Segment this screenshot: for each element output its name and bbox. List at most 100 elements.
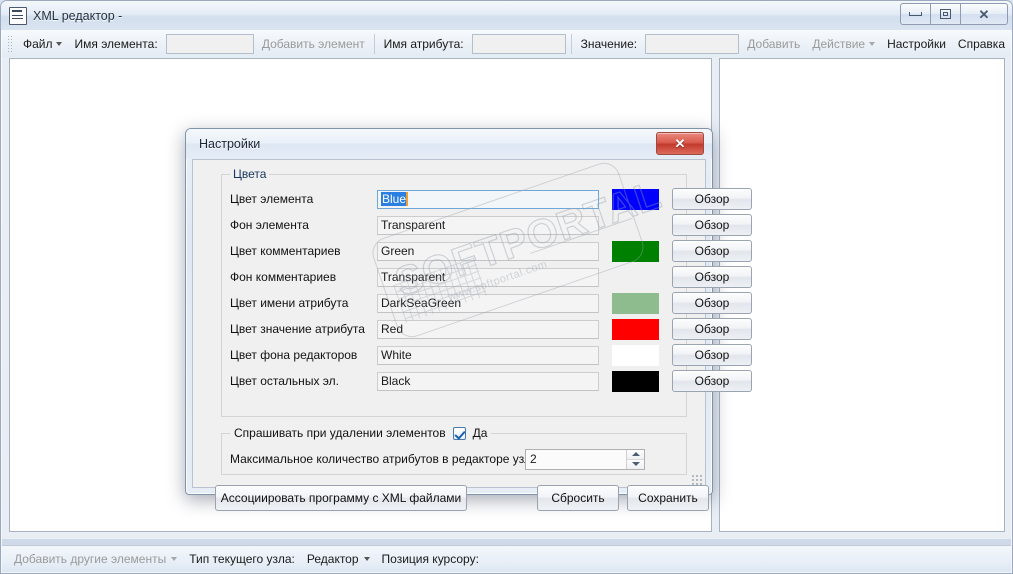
help-menu[interactable]: Справка — [952, 33, 1011, 55]
minimize-button[interactable] — [900, 3, 931, 25]
browse-color-button[interactable]: Обзор — [672, 266, 752, 288]
editor-menu[interactable]: Редактор — [301, 552, 376, 566]
menu-file-label: Файл — [22, 36, 53, 51]
color-value-input[interactable]: Black — [377, 371, 599, 391]
attribute-name-input[interactable] — [471, 33, 566, 54]
maximize-icon — [940, 9, 951, 19]
add-label: Добавить — [747, 36, 801, 51]
add-other-elements-menu[interactable]: Добавить другие элементы — [8, 552, 183, 566]
dialog-resize-grip[interactable] — [691, 474, 702, 485]
color-value-input[interactable]: White — [377, 345, 599, 365]
action-label: Действие — [812, 36, 866, 51]
associate-xml-button[interactable]: Ассоциировать программу с XML файлами — [215, 485, 467, 511]
editor-panel[interactable] — [719, 58, 1005, 532]
cursor-position-label: Позиция курсору: — [376, 552, 485, 566]
value-input[interactable] — [645, 33, 740, 54]
browse-color-button[interactable]: Обзор — [672, 214, 752, 236]
value-label: Значение: — [575, 33, 644, 55]
dialog-title: Настройки — [199, 137, 261, 151]
stepper-up-button[interactable] — [627, 449, 644, 460]
colors-groupbox: Цвета Цвет элемента Blue Обзор Фон элемента… — [221, 167, 752, 417]
max-attributes-stepper[interactable]: 2 — [525, 448, 645, 470]
close-icon: ✕ — [674, 135, 686, 151]
color-value-text: Blue — [381, 191, 407, 206]
color-swatch — [612, 292, 659, 314]
color-row-label: Цвет значение атрибута — [230, 322, 365, 336]
color-row-label: Цвет имени атрибута — [230, 296, 349, 310]
action-menu[interactable]: Действие — [806, 33, 881, 55]
color-row: Цвет имени атрибута DarkSeaGreen Обзор — [222, 291, 752, 315]
maximize-button[interactable] — [930, 3, 961, 25]
color-row-label: Фон элемента — [230, 218, 309, 232]
element-name-input[interactable] — [165, 33, 254, 54]
minimize-icon — [909, 12, 922, 16]
browse-color-button[interactable]: Обзор — [672, 292, 752, 314]
chevron-down-icon — [171, 557, 178, 561]
color-value-input[interactable]: DarkSeaGreen — [377, 293, 599, 313]
screen-root: XML редактор - ✕ Файл Имя элемента: Доба… — [0, 0, 1013, 574]
stepper-arrows — [626, 449, 644, 469]
element-name-label: Имя элемента: — [68, 33, 163, 55]
stepper-down-button[interactable] — [627, 459, 644, 469]
color-row: Цвет комментариев Green Обзор — [222, 239, 752, 263]
settings-menu[interactable]: Настройки — [881, 33, 952, 55]
attribute-name-label-text: Имя атрибута: — [383, 36, 464, 51]
toolbar-separator-1 — [373, 33, 375, 54]
color-row: Цвет элемента Blue Обзор — [222, 187, 752, 211]
colors-group-legend: Цвета — [230, 167, 270, 181]
color-row-label: Цвет фона редакторов — [230, 348, 358, 362]
window-title: XML редактор - — [33, 9, 123, 23]
color-row: Цвет остальных эл. Black Обзор — [222, 369, 752, 393]
associate-xml-label: Ассоциировать программу с XML файлами — [220, 491, 462, 505]
save-button[interactable]: Сохранить — [627, 485, 709, 511]
chevron-down-icon — [869, 41, 876, 46]
chevron-down-icon — [363, 557, 370, 561]
help-label: Справка — [957, 36, 1005, 51]
confirm-delete-checkbox[interactable] — [452, 426, 466, 440]
color-value-input[interactable]: Transparent — [377, 215, 599, 235]
window-title-group: XML редактор - — [9, 7, 122, 25]
browse-color-button[interactable]: Обзор — [672, 318, 752, 340]
color-row-label: Цвет остальных эл. — [230, 374, 339, 388]
color-value-input[interactable]: Blue — [377, 189, 599, 209]
chevron-down-icon — [56, 41, 63, 46]
close-button[interactable]: ✕ — [960, 3, 1008, 25]
add-element-button[interactable]: Добавить элемент — [256, 33, 371, 55]
max-attributes-label: Максимальное количество атрибутов в реда… — [230, 452, 545, 466]
color-row-label: Цвет комментариев — [230, 244, 341, 258]
browse-color-button[interactable]: Обзор — [672, 188, 752, 210]
color-value-input[interactable]: Transparent — [377, 267, 599, 287]
chevron-down-icon — [631, 462, 640, 466]
color-row: Фон комментариев Transparent Обзор — [222, 265, 752, 289]
close-icon: ✕ — [978, 6, 990, 22]
confirm-delete-label: Спрашивать при удалении элементов — [234, 426, 446, 440]
window-title-bar[interactable]: XML редактор - ✕ — [1, 1, 1012, 30]
confirm-delete-yes-label: Да — [472, 426, 488, 440]
editor-label: Редактор — [306, 552, 359, 566]
color-row-label: Фон комментариев — [230, 270, 337, 284]
color-row: Цвет значение атрибута Red Обзор — [222, 317, 752, 341]
max-attributes-row: Максимальное количество атрибутов в реда… — [230, 448, 680, 470]
color-value-input[interactable]: Red — [377, 319, 599, 339]
color-row-label: Цвет элемента — [230, 192, 314, 206]
color-row: Фон элемента Transparent Обзор — [222, 213, 752, 237]
current-node-type-label: Тип текущего узла: — [183, 552, 301, 566]
dialog-close-button[interactable]: ✕ — [656, 132, 704, 155]
browse-color-button[interactable]: Обзор — [672, 344, 752, 366]
add-element-label: Добавить элемент — [261, 36, 365, 51]
status-bar: Добавить другие элементы Тип текущего уз… — [2, 545, 1011, 572]
window-controls: ✕ — [900, 3, 1008, 25]
toolbar-grip-handle[interactable] — [7, 35, 13, 52]
color-value-input[interactable]: Green — [377, 241, 599, 261]
menu-file[interactable]: Файл — [17, 33, 69, 55]
browse-color-button[interactable]: Обзор — [672, 370, 752, 392]
element-name-label-text: Имя элемента: — [74, 36, 158, 51]
color-swatch — [612, 370, 659, 392]
color-swatch — [612, 267, 659, 288]
dialog-title-bar[interactable]: Настройки ✕ — [186, 129, 712, 159]
reset-button[interactable]: Сбросить — [537, 485, 619, 511]
browse-color-button[interactable]: Обзор — [672, 240, 752, 262]
add-button[interactable]: Добавить — [741, 33, 806, 55]
settings-dialog: Настройки ✕ Цвета Цвет элемента Blue Обзор… — [185, 128, 752, 511]
color-swatch — [612, 188, 659, 210]
